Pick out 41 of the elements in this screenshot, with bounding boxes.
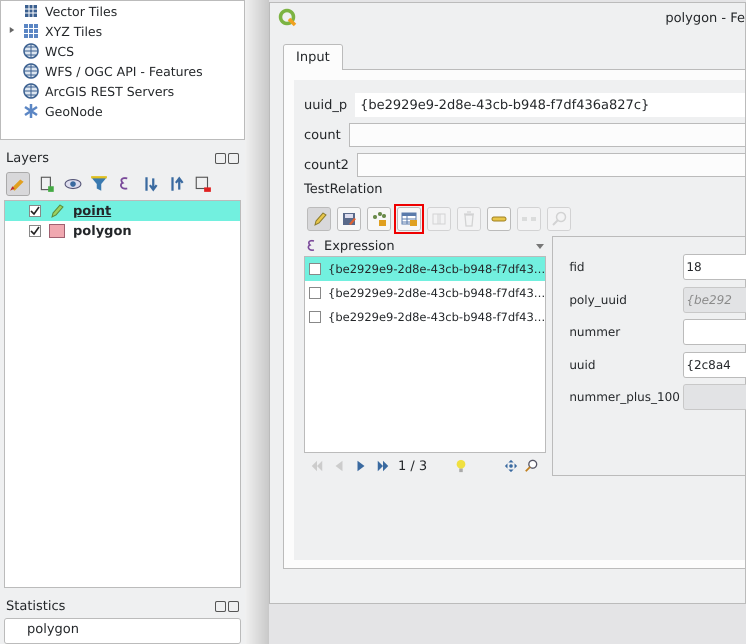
browser-item-label: Vector Tiles [45,4,118,18]
feature-row[interactable]: {be2929e9-2d8e-43cb-b948-f7df43… [305,305,546,329]
browser-item-label: ArcGIS REST Servers [45,84,174,98]
feature-row[interactable]: {be2929e9-2d8e-43cb-b948-f7df43… [305,281,546,305]
browser-item-label: WFS / OGC API - Features [45,64,203,78]
page-indicator: 1 / 3 [398,458,428,474]
field-label: poly_uuid [569,292,628,307]
layer-item[interactable]: point [5,201,240,221]
browser-item-label: WCS [45,44,74,58]
input-field[interactable]: {be2929e9-2d8e-43cb-b948-f7df436a827c} [355,93,745,117]
panel-title: Layers [6,150,50,166]
field-label: uuid [569,358,596,372]
layer-combobox[interactable]: polygon [4,618,241,644]
browser-item[interactable]: WCS [1,41,244,61]
field-label: uuid_p [304,98,348,112]
field-label: nummer [569,325,622,340]
panel-title: Statistics [6,598,66,614]
field-label: count [304,128,341,142]
input-field[interactable]: 18 [683,254,746,280]
window-title: polygon - Fe [665,10,745,26]
layer-name: point [73,204,112,218]
browser-item-label: GeoNode [45,104,103,118]
browser-item[interactable]: Vector Tiles [1,1,244,21]
relation-label: TestRelation [304,181,384,199]
browser-item[interactable]: XYZ Tiles [1,21,244,41]
field-label: count2 [304,158,349,172]
layer-item[interactable]: polygon [5,221,240,241]
browser-item-label: XYZ Tiles [45,24,102,38]
feature-label: {be2929e9-2d8e-43cb-b948-f7df43… [328,262,546,276]
tab[interactable]: Input [283,44,343,70]
feature-label: {be2929e9-2d8e-43cb-b948-f7df43… [328,286,546,300]
column-header[interactable]: Expression [324,238,395,254]
field-label: fid [569,260,586,274]
field-label: nummer_plus_100 [569,390,681,404]
feature-label: {be2929e9-2d8e-43cb-b948-f7df43… [328,310,546,324]
browser-item[interactable]: GeoNode [1,101,244,121]
browser-item[interactable]: ArcGIS REST Servers [1,81,244,101]
browser-item[interactable]: WFS / OGC API - Features [1,61,244,81]
input-field[interactable]: {2c8a4 [683,352,746,378]
layer-name: polygon [73,224,132,238]
feature-row[interactable]: {be2929e9-2d8e-43cb-b948-f7df43… [305,257,546,281]
